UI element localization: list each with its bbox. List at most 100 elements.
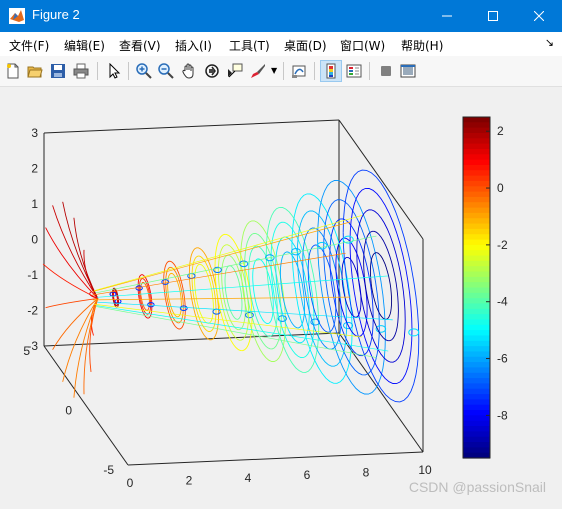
open-file-button[interactable] xyxy=(24,60,46,82)
figure-canvas[interactable]: 0 2 4 6 8 10 -5 0 5 3 2 1 0 -1 -2 -3 2 0 -2 -4 -6 -8 CSDN @p… xyxy=(2,88,560,505)
colorbar-swatch xyxy=(463,266,490,273)
hide-plot-tools-button[interactable] xyxy=(375,60,397,82)
menu-edit[interactable]: 编辑(E) xyxy=(64,37,105,54)
colorbar-swatch xyxy=(463,330,490,337)
maximize-button[interactable] xyxy=(470,0,516,32)
colorbar-swatch xyxy=(463,308,490,315)
contour-lobe xyxy=(408,328,420,337)
legend-button[interactable] xyxy=(343,60,365,82)
colorbar-swatch xyxy=(463,410,490,416)
zoom-in-button[interactable] xyxy=(133,60,155,82)
brush-button[interactable] xyxy=(247,60,269,82)
colorbar-swatch xyxy=(463,164,490,171)
colorbar-swatch xyxy=(463,372,490,379)
save-button[interactable] xyxy=(47,60,69,82)
contour-ring xyxy=(224,265,243,320)
contour-axial xyxy=(95,306,377,358)
z-tick-label: -3 xyxy=(27,339,38,353)
colorbar-swatch xyxy=(463,276,490,283)
matlab-icon xyxy=(9,8,25,24)
colorbar-swatch xyxy=(463,431,490,438)
colorbar-swatch xyxy=(463,340,490,347)
menu-desktop[interactable]: 桌面(D) xyxy=(284,37,327,54)
colorbar-button[interactable] xyxy=(320,60,342,82)
y-tick-label: -5 xyxy=(103,463,114,477)
brush-dropdown-icon[interactable]: ▼ xyxy=(271,66,277,75)
menu-help[interactable]: 帮助(H) xyxy=(401,37,443,54)
colorbar-swatch xyxy=(463,298,490,305)
pointer-button[interactable] xyxy=(103,60,125,82)
colorbar-swatch xyxy=(463,143,490,150)
open-file-icon xyxy=(27,66,43,78)
contour-radial xyxy=(62,201,99,299)
colorbar-swatch xyxy=(463,367,490,374)
colorbar-swatch xyxy=(463,260,490,267)
colorbar-swatch xyxy=(463,442,490,448)
menu-file[interactable]: 文件(F) xyxy=(9,37,49,54)
new-figure-icon xyxy=(7,63,19,79)
link-plot-button[interactable] xyxy=(288,60,310,82)
window-title: Figure 2 xyxy=(32,7,80,22)
colorbar-swatch xyxy=(463,244,490,251)
z-tick-label: 0 xyxy=(31,233,38,247)
x-tick-label: 4 xyxy=(245,471,252,485)
close-icon xyxy=(534,11,544,21)
colorbar-swatch xyxy=(463,282,490,289)
colorbar[interactable]: 2 0 -2 -4 -6 -8 xyxy=(462,116,508,459)
toolbar-separator xyxy=(97,62,98,80)
pan-icon xyxy=(182,63,194,79)
minimize-button[interactable] xyxy=(424,0,470,32)
colorbar-swatch xyxy=(463,138,490,145)
menu-insert[interactable]: 插入(I) xyxy=(175,37,212,54)
x-tick-label: 6 xyxy=(304,468,311,482)
zoom-in-icon xyxy=(136,63,152,79)
colorbar-swatch xyxy=(463,154,490,161)
contour-axial xyxy=(94,303,362,338)
data-cursor-icon xyxy=(228,63,243,78)
hide-plot-tools-icon xyxy=(381,66,391,76)
colorbar-swatch xyxy=(463,287,490,294)
contour-ring xyxy=(342,169,420,403)
colorbar-swatch xyxy=(463,388,490,395)
axis-edge xyxy=(127,451,424,466)
print-button[interactable] xyxy=(70,60,92,82)
x-tick-label: 2 xyxy=(186,473,193,487)
contour-ring xyxy=(252,258,274,325)
show-plot-tools-icon xyxy=(400,64,416,78)
pan-button[interactable] xyxy=(178,60,200,82)
rotate-3d-button[interactable] xyxy=(201,60,223,82)
contour-plot-3d[interactable]: 0 2 4 6 8 10-5053210-1-2-3 20-2-4-6-8 xyxy=(2,88,560,505)
colorbar-swatch xyxy=(463,292,490,299)
colorbar-swatch xyxy=(463,132,490,139)
contour-axial xyxy=(93,215,363,292)
brush-icon xyxy=(251,64,265,78)
contour-radial xyxy=(45,298,98,309)
z-tick-label: 1 xyxy=(31,197,38,211)
toolbar-separator xyxy=(128,62,129,80)
colorbar-swatch xyxy=(463,436,490,443)
colorbar-swatch xyxy=(463,250,490,257)
save-icon xyxy=(51,64,65,78)
data-cursor-button[interactable] xyxy=(224,60,246,82)
colorbar-swatch xyxy=(463,212,490,219)
contour-ring xyxy=(194,263,214,324)
colorbar-swatch xyxy=(463,234,490,241)
colorbar-swatch xyxy=(463,207,490,214)
toolbar-separator xyxy=(314,62,315,80)
axis-edge xyxy=(43,119,340,134)
menu-view[interactable]: 查看(V) xyxy=(119,37,161,54)
minimize-icon xyxy=(442,15,452,17)
new-figure-button[interactable] xyxy=(2,60,24,82)
close-button[interactable] xyxy=(516,0,562,32)
menu-overflow-icon[interactable]: ↘ xyxy=(545,36,554,49)
show-plot-tools-button[interactable] xyxy=(397,60,419,82)
zoom-out-button[interactable] xyxy=(155,60,177,82)
menu-bar: 文件(F) 编辑(E) 查看(V) 插入(I) 工具(T) 桌面(D) 窗口(W… xyxy=(0,32,562,56)
colorbar-swatch xyxy=(463,186,490,193)
colorbar-swatch xyxy=(463,218,490,225)
menu-tools[interactable]: 工具(T) xyxy=(229,37,270,54)
menu-window[interactable]: 窗口(W) xyxy=(340,37,385,54)
colorbar-swatch xyxy=(463,202,490,209)
z-tick-label: -2 xyxy=(27,304,38,318)
colorbar-swatch xyxy=(463,148,490,155)
